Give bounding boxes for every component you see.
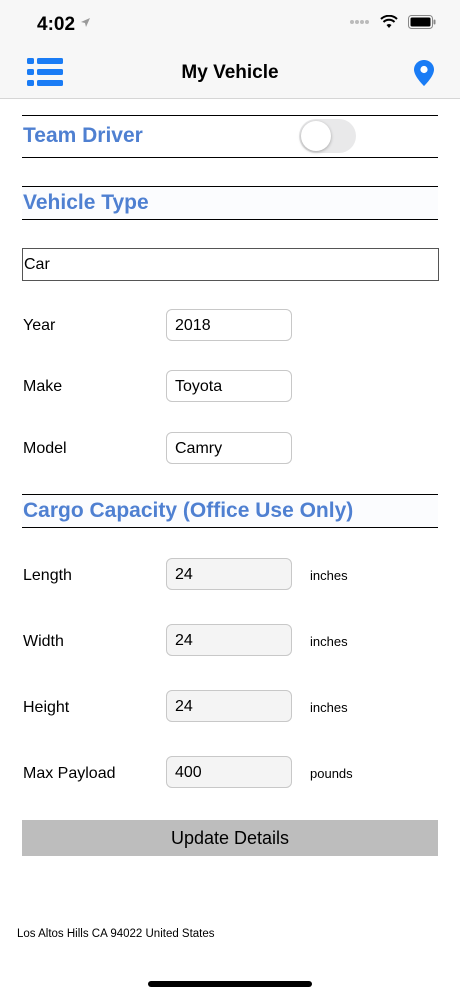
year-label: Year [23, 317, 56, 334]
status-time: 4:02 [37, 14, 76, 35]
model-label: Model [23, 440, 67, 457]
year-field[interactable]: 2018 [166, 309, 292, 341]
signal-dots-icon [350, 20, 369, 24]
length-unit: inches [310, 568, 348, 583]
team-driver-toggle[interactable] [299, 119, 356, 153]
team-driver-label: Team Driver [23, 124, 143, 147]
vehicle-type-field[interactable]: Car [22, 248, 439, 281]
max-payload-unit: pounds [310, 766, 353, 781]
battery-icon [408, 15, 436, 29]
make-label: Make [23, 378, 63, 395]
divider [22, 219, 438, 220]
max-payload-field[interactable]: 400 [166, 756, 292, 788]
page-title: My Vehicle [181, 62, 279, 83]
divider [22, 527, 438, 528]
width-unit: inches [310, 634, 348, 649]
navigation-bar: 4:02 My Vehicle [0, 0, 460, 99]
width-label: Width [23, 633, 64, 650]
footer-address: Los Altos Hills CA 94022 United States [17, 928, 215, 940]
toggle-knob [301, 121, 331, 151]
width-field[interactable]: 24 [166, 624, 292, 656]
make-field[interactable]: Toyota [166, 370, 292, 402]
divider [22, 186, 438, 187]
length-label: Length [23, 567, 72, 584]
cargo-capacity-title: Cargo Capacity (Office Use Only) [23, 499, 354, 522]
location-pin-icon[interactable] [414, 60, 434, 86]
update-details-button[interactable]: Update Details [22, 820, 438, 856]
home-indicator[interactable] [148, 981, 312, 987]
height-label: Height [23, 699, 70, 716]
location-arrow-icon [81, 18, 90, 27]
model-field[interactable]: Camry [166, 432, 292, 464]
divider [22, 157, 438, 158]
divider [22, 494, 438, 495]
length-field[interactable]: 24 [166, 558, 292, 590]
max-payload-label: Max Payload [23, 765, 116, 782]
height-field[interactable]: 24 [166, 690, 292, 722]
status-indicators [350, 15, 436, 29]
height-unit: inches [310, 700, 348, 715]
wifi-icon [380, 15, 398, 28]
vehicle-type-title: Vehicle Type [23, 191, 149, 214]
divider [22, 115, 438, 116]
